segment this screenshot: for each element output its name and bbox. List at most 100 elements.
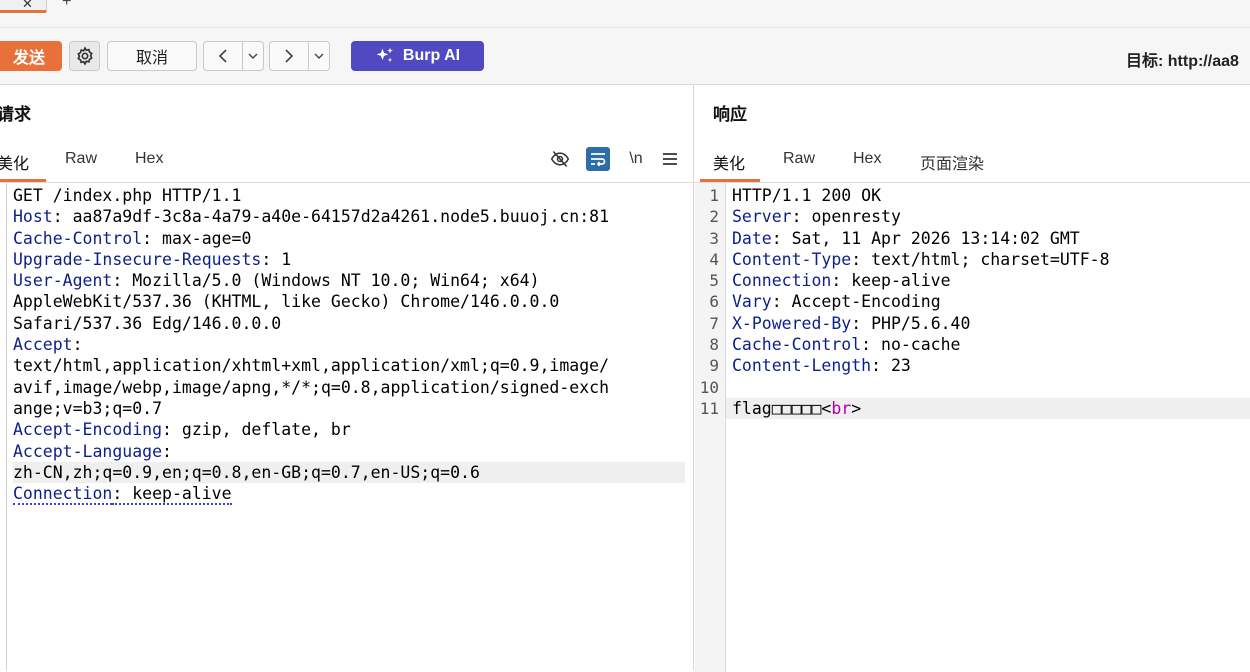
line-number: 7 [709,313,719,333]
header-value: : 1 [261,249,292,269]
editor-line: Vary: Accept-Encoding [732,291,1247,312]
header-value: text/html,application/xhtml+xml,applicat… [13,356,610,376]
header-value: GET /index.php HTTP/1.1 [13,186,242,205]
editor-line: Cache-Control: max-age=0 [13,228,685,249]
line-number: 3 [709,228,719,248]
header-value: flag□□□□□< [732,398,832,418]
line-number: 2 [709,207,719,227]
editor-line: Cache-Control: no-cache [732,334,1247,355]
header-value: : Accept-Encoding [771,292,941,312]
header-value: : keep-alive [112,484,232,506]
chevron-left-icon [218,49,227,63]
header-value: ange;v=b3;q=0.7 [13,398,163,418]
editor-line: Accept-Language: [13,441,685,462]
line-number: 1 [709,186,719,205]
header-name: Server [732,207,792,227]
editor-line: Accept: [13,334,685,355]
tab-response-hex[interactable]: Hex [853,150,881,168]
header-name: X-Powered-By [732,313,852,333]
editor-line: HTTP/1.1 200 OK [732,185,1247,206]
header-value: : gzip, deflate, br [162,420,351,440]
header-name: Upgrade-Insecure-Requests [13,249,262,269]
header-value: Safari/537.36 Edg/146.0.0.0 [13,313,282,333]
target-label[interactable]: 目标: http://aa8 [1126,47,1239,71]
header-value: : openresty [791,207,901,227]
burp-ai-button[interactable]: Burp AI [351,41,484,71]
eye-off-icon[interactable] [548,147,572,171]
response-editor[interactable]: HTTP/1.1 200 OK Server: openresty Date: Sa… [732,185,1247,419]
header-value: : Mozilla/5.0 (Windows NT 10.0; Win64; x… [112,271,540,291]
header-name: User-Agent [13,271,113,291]
history-back-button[interactable] [204,42,243,70]
line-number: 9 [709,356,719,376]
request-editor-tools: \n [548,147,688,171]
header-name: Content-Length [732,356,872,376]
tab-request-raw[interactable]: Raw [65,150,97,168]
response-line-gutter: 1 2 3 4 5 6 7 8 9 10 11 [695,183,726,672]
editor-line: Content-Length: 23 [732,355,1247,376]
header-value: avif,image/webp,image/apng,*/*;q=0.8,app… [13,377,610,397]
history-back-group [203,41,264,71]
html-tag-name: br [831,398,852,418]
newline-toggle[interactable]: \n [624,147,648,171]
line-number: 11 [699,398,719,418]
tab-request-pretty[interactable]: 美化 [0,150,29,174]
header-value: AppleWebKit/537.36 (KHTML, like Gecko) C… [13,292,560,312]
history-forward-button[interactable] [270,42,309,70]
request-panel-title: 请求 [0,105,31,124]
editor-line: AppleWebKit/537.36 (KHTML, like Gecko) C… [13,291,685,312]
header-value: : 23 [871,356,911,376]
editor-line: Safari/537.36 Edg/146.0.0.0 [13,313,685,334]
settings-button[interactable] [69,41,100,71]
menu-icon[interactable] [658,147,682,171]
line-number: 8 [709,335,719,355]
editor-line: Accept-Encoding: gzip, deflate, br [13,419,685,440]
editor-line: avif,image/webp,image/apng,*/*;q=0.8,app… [13,377,685,398]
chevron-down-icon [314,53,324,59]
add-tab-icon[interactable]: + [62,0,71,11]
tab-response-raw[interactable]: Raw [783,150,815,168]
history-forward-dropdown[interactable] [309,42,329,70]
editor-line: User-Agent: Mozilla/5.0 (Windows NT 10.0… [13,270,685,291]
toolbar: 发送 取消 Burp AI 目标: http://aa8 [0,28,1250,85]
cancel-button[interactable]: 取消 [107,41,197,71]
request-editor[interactable]: GET /index.php HTTP/1.1 Host: aa87a9df-3c… [13,185,685,506]
header-value: : no-cache [861,335,961,355]
header-name: Host [13,207,53,227]
tab-request-hex[interactable]: Hex [135,150,163,168]
editor-line: Upgrade-Insecure-Requests: 1 [13,249,685,270]
header-name: Content-Type [732,249,852,269]
repeater-tab[interactable]: ✕ [0,0,47,13]
tab-active-underline [0,10,46,13]
history-back-dropdown[interactable] [243,42,263,70]
header-name: Connection [13,484,113,506]
editor-line: flag□□□□□<br> [732,398,1247,419]
editor-line: X-Powered-By: PHP/5.6.40 [732,313,1247,334]
header-value: HTTP/1.1 200 OK [732,186,882,205]
header-name: Connection [732,271,832,291]
header-value: : max-age=0 [142,228,252,248]
send-button[interactable]: 发送 [0,41,62,71]
header-value: : [162,441,172,461]
header-value: zh-CN,zh;q=0.9,en;q=0.8,en-GB;q=0.7,en-U… [13,462,480,482]
history-forward-group [269,41,330,71]
line-number: 5 [709,271,719,291]
wrap-icon[interactable] [586,147,610,171]
header-value: : [72,335,83,355]
line-number: 4 [709,249,719,269]
line-number: 6 [709,292,719,312]
header-name: Accept-Encoding [13,420,163,440]
tab-response-render[interactable]: 页面渲染 [920,150,984,174]
response-subtabs: 美化 Raw Hex 页面渲染 [694,137,1250,182]
header-value: : Sat, 11 Apr 2026 13:14:02 GMT [771,228,1080,248]
html-tag-close: > [851,398,862,418]
editor-line: GET /index.php HTTP/1.1 [13,185,685,206]
editor-line: Connection: keep-alive [13,483,685,506]
tab-strip: ✕ + [0,0,1250,28]
editor-line: Content-Type: text/html; charset=UTF-8 [732,249,1247,270]
gear-icon [76,46,93,66]
tab-response-pretty[interactable]: 美化 [713,150,745,174]
header-value: : PHP/5.6.40 [851,313,971,333]
chevron-down-icon [248,53,258,59]
header-name: Accept [13,335,73,355]
